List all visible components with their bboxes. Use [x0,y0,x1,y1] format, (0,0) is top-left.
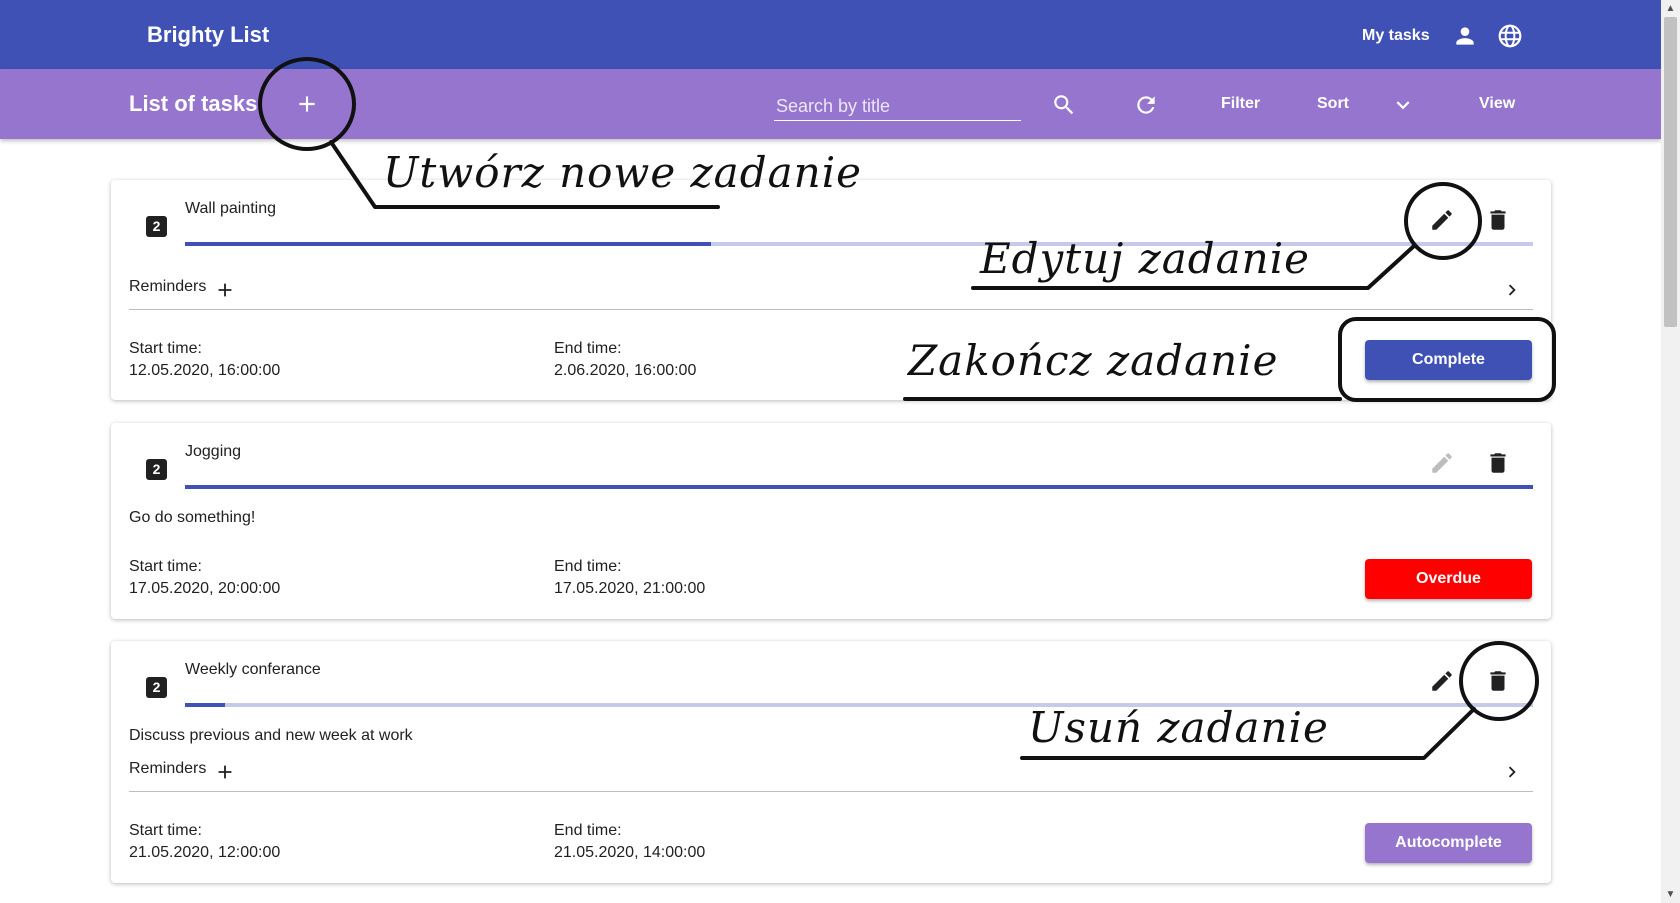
edit-pencil-icon[interactable] [1429,668,1455,694]
divider [129,309,1533,310]
filter-button[interactable]: Filter [1221,95,1260,113]
view-button[interactable]: View [1479,95,1515,113]
task-description: Discuss previous and new week at work [129,727,413,744]
edit-pencil-icon[interactable] [1429,450,1455,476]
chevron-right-icon[interactable] [1501,761,1523,783]
scroll-thumb[interactable] [1664,17,1677,327]
task-progress-bar [185,485,1533,489]
end-time-label: End time: [554,822,622,839]
task-progress-fill [185,242,711,246]
end-time-value: 2.06.2020, 16:00:00 [554,362,697,379]
task-title: Jogging [185,443,242,460]
language-globe-icon[interactable] [1497,23,1523,49]
add-task-icon[interactable] [294,91,320,117]
autocomplete-button[interactable]: Autocomplete [1365,823,1532,863]
add-reminder-icon[interactable] [214,279,236,301]
task-progress-fill [185,703,226,707]
start-time-value: 17.05.2020, 20:00:00 [129,580,281,597]
end-time-label: End time: [554,558,622,575]
overdue-button[interactable]: Overdue [1365,559,1532,599]
task-title: Wall painting [185,200,277,217]
top-app-bar: Brighty List My tasks [0,0,1661,69]
task-card: 2 Weekly conferance Discuss previous and… [111,641,1551,883]
priority-badge: 2 [146,677,167,698]
delete-trash-icon[interactable] [1485,207,1511,233]
my-tasks-link[interactable]: My tasks [1362,27,1430,45]
divider [129,791,1533,792]
start-time-value: 21.05.2020, 12:00:00 [129,844,281,861]
task-progress-bar [185,703,1533,707]
delete-trash-icon[interactable] [1485,450,1511,476]
complete-button[interactable]: Complete [1365,340,1532,380]
task-toolbar: List of tasks Filter Sort View [0,69,1661,139]
start-time-label: Start time: [129,822,202,839]
start-time-label: Start time: [129,340,202,357]
task-title: Weekly conferance [185,661,321,678]
search-icon[interactable] [1051,92,1077,118]
end-time-value: 21.05.2020, 14:00:00 [554,844,706,861]
page-scrollbar[interactable]: ▲ ▼ [1661,0,1680,903]
task-card: 2 Jogging Go do something! Start time: 1… [111,423,1551,619]
chevron-down-icon[interactable] [1390,92,1416,118]
delete-trash-icon[interactable] [1485,668,1511,694]
priority-badge: 2 [146,459,167,480]
task-description: Go do something! [129,509,256,526]
task-progress-fill [185,485,1533,489]
reminders-label: Reminders [129,760,207,777]
end-time-value: 17.05.2020, 21:00:00 [554,580,706,597]
page-title: List of tasks [129,91,258,116]
start-time-value: 12.05.2020, 16:00:00 [129,362,281,379]
app-title: Brighty List [147,22,270,47]
refresh-icon[interactable] [1133,92,1159,118]
sort-button[interactable]: Sort [1317,95,1349,113]
end-time-label: End time: [554,340,622,357]
start-time-label: Start time: [129,558,202,575]
search-field [774,93,1021,121]
account-icon[interactable] [1452,23,1478,49]
add-reminder-icon[interactable] [214,761,236,783]
chevron-right-icon[interactable] [1501,279,1523,301]
search-input[interactable] [774,93,1021,120]
task-card: 2 Wall painting Reminders Start time: 12… [111,180,1551,400]
app-page: Brighty List My tasks List of tasks Filt… [0,0,1680,903]
priority-badge: 2 [146,216,167,237]
scroll-up-arrow-icon[interactable]: ▲ [1664,2,1677,15]
task-progress-bar [185,242,1533,246]
edit-pencil-icon[interactable] [1429,207,1455,233]
reminders-label: Reminders [129,278,207,295]
scroll-down-arrow-icon[interactable]: ▼ [1664,888,1677,901]
